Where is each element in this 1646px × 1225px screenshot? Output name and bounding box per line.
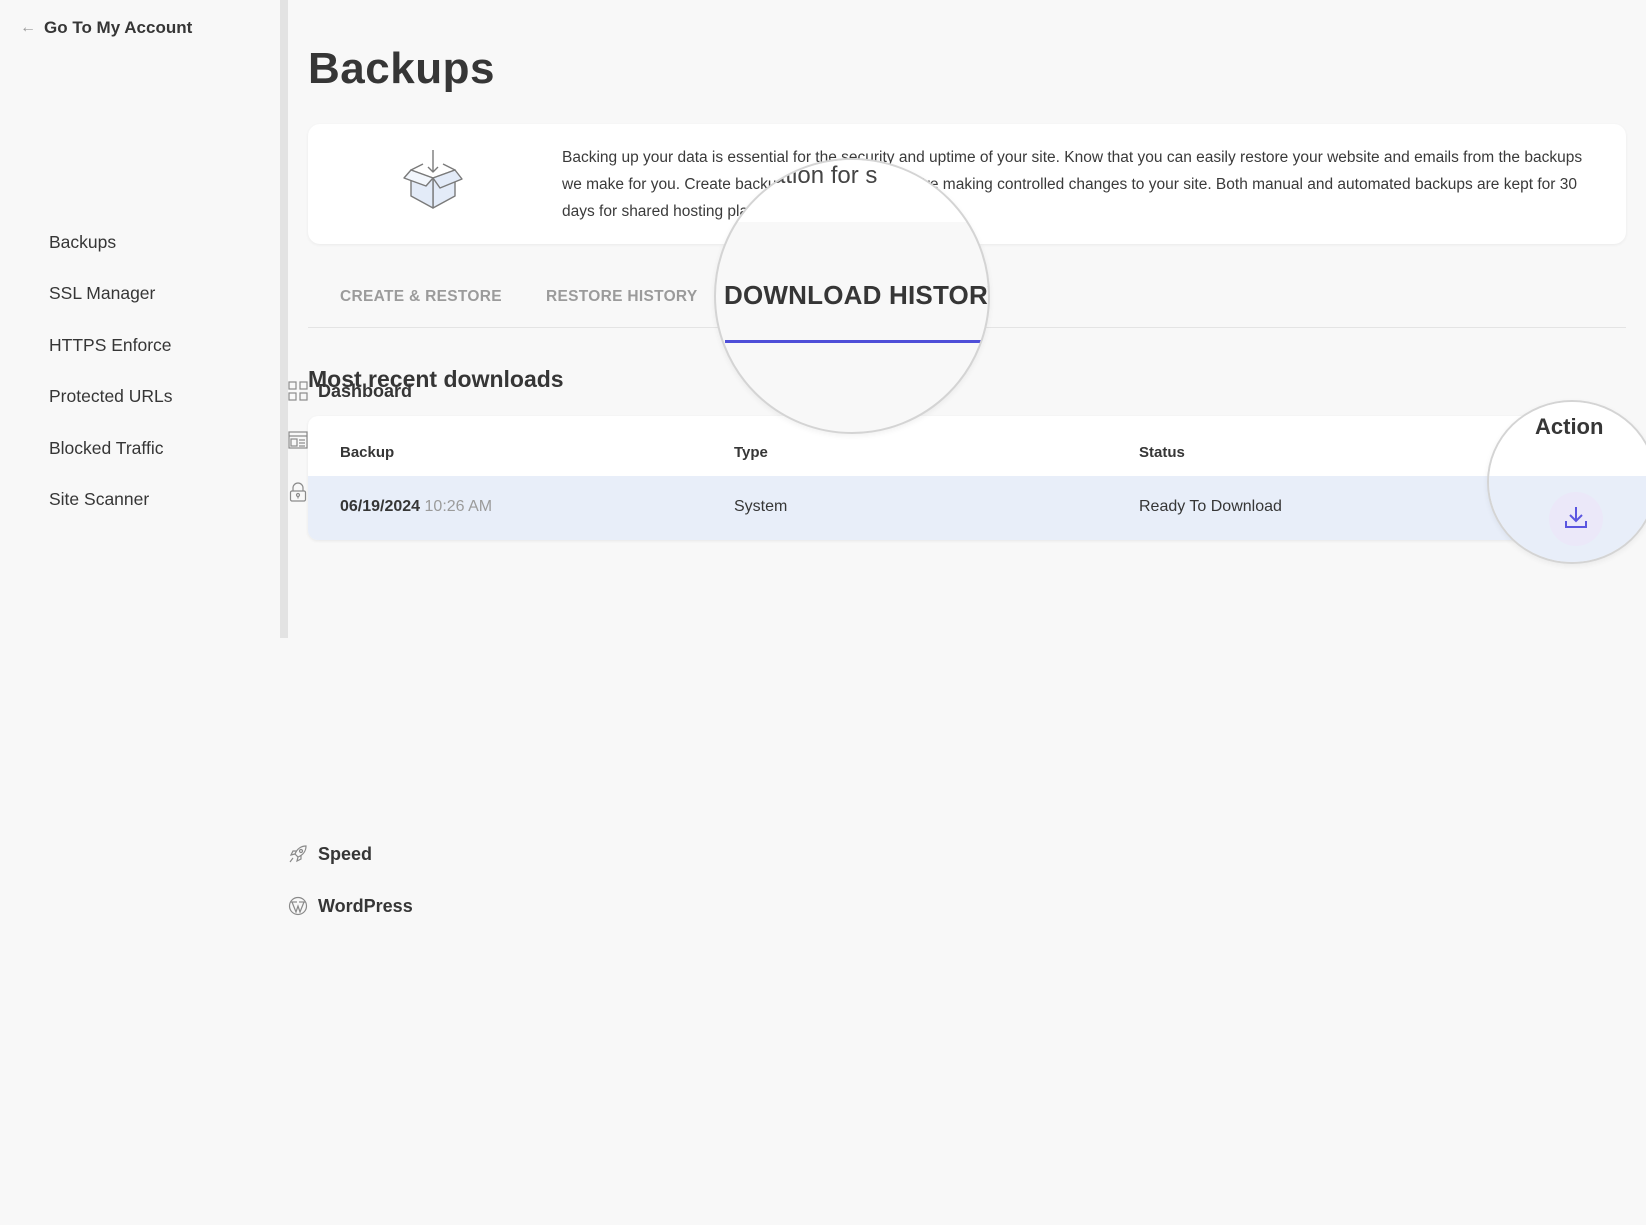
sidebar-item-ssl-manager[interactable]: SSL Manager	[49, 283, 155, 304]
sidebar-item-wordpress[interactable]: WordPress	[288, 587, 1646, 1225]
magnifier-action-highlight: Action	[1487, 400, 1646, 564]
magnified-header: Action	[1489, 402, 1646, 476]
column-header-status: Status	[1139, 444, 1185, 461]
backup-status-cell: Ready To Download	[1139, 498, 1282, 515]
box-download-icon	[402, 150, 464, 216]
sidebar-item-protected-urls[interactable]: Protected URLs	[49, 386, 173, 407]
tab-restore-history[interactable]: RESTORE HISTORY	[546, 288, 698, 306]
backup-date: 06/19/2024	[340, 498, 421, 515]
wordpress-icon	[288, 896, 308, 916]
magnified-tab-download-history[interactable]: DOWNLOAD HISTORY	[724, 280, 988, 311]
active-tab-underline	[725, 340, 983, 343]
sidebar-item-https-enforce[interactable]: HTTPS Enforce	[49, 335, 172, 356]
sidebar-scrollbar[interactable]	[280, 0, 288, 638]
page-title: Backups	[308, 44, 495, 93]
sidebar-item-site-scanner[interactable]: Site Scanner	[49, 489, 149, 510]
magnifier-tab-highlight: cation for s DOWNLOAD HISTORY	[714, 158, 990, 434]
tab-create-restore[interactable]: CREATE & RESTORE	[340, 288, 502, 306]
magnified-card-section: cation for s	[716, 160, 988, 222]
column-header-backup: Backup	[340, 444, 395, 461]
download-icon	[1563, 504, 1589, 535]
sidebar: ← Go To My Account Dashboard Site Securi…	[0, 0, 413, 916]
downloads-table: Backup Type Status 06/19/2024 10:26 AM S…	[308, 416, 1626, 540]
backup-datetime-cell: 06/19/2024 10:26 AM	[340, 498, 492, 516]
go-to-account-label: Go To My Account	[44, 18, 193, 37]
column-header-action: Action	[1535, 414, 1604, 439]
backup-time: 10:26 AM	[424, 498, 493, 515]
main-content: Backups Backing up your data is essentia…	[288, 0, 1646, 638]
backup-type-cell: System	[734, 498, 788, 515]
table-row[interactable]: 06/19/2024 10:26 AM System Ready To Down…	[308, 476, 1626, 540]
column-header-type: Type	[734, 444, 768, 461]
download-button[interactable]	[1549, 492, 1603, 546]
sidebar-item-label: WordPress	[318, 895, 413, 916]
sidebar-item-blocked-traffic[interactable]: Blocked Traffic	[49, 438, 163, 459]
section-title: Most recent downloads	[308, 366, 564, 392]
sidebar-item-backups[interactable]: Backups	[49, 232, 116, 253]
go-to-account-link[interactable]: ← Go To My Account	[20, 18, 192, 38]
arrow-left-icon: ←	[20, 19, 36, 36]
magnified-partial-text: cation for s	[760, 162, 878, 189]
